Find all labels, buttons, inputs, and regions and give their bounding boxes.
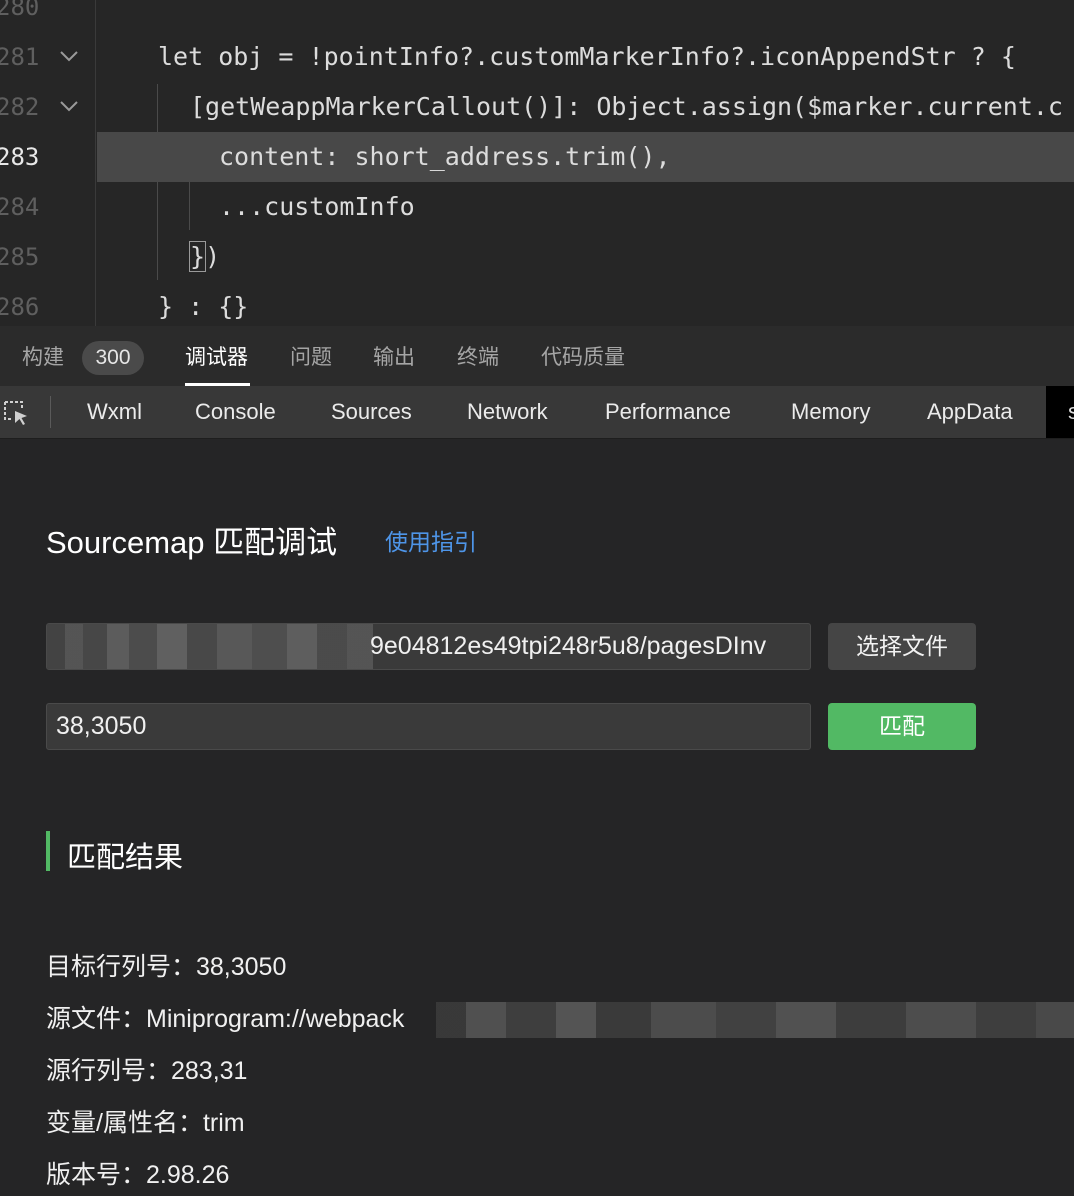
line-number: 282 bbox=[0, 93, 40, 121]
section-accent-bar bbox=[46, 831, 50, 871]
code-line: 284 ...customInfo bbox=[0, 182, 1074, 232]
line-number: 281 bbox=[0, 43, 40, 71]
tab-memory[interactable]: Memory bbox=[791, 398, 870, 426]
redacted-region bbox=[436, 1002, 1074, 1038]
file-path-field[interactable]: 9e04812es49tpi248r5u8/pagesDInv bbox=[46, 623, 811, 670]
tab-terminal[interactable]: 终端 bbox=[457, 344, 499, 372]
match-button[interactable]: 匹配 bbox=[828, 703, 976, 750]
tab-debugger[interactable]: 调试器 bbox=[185, 344, 248, 372]
chevron-down-icon[interactable] bbox=[58, 95, 80, 117]
line-number: 280 bbox=[0, 0, 40, 21]
code-text: ...customInfo bbox=[219, 192, 415, 221]
code-line: 285 }) bbox=[0, 232, 1074, 282]
code-line: 286 } : {} bbox=[0, 282, 1074, 326]
code-line: 281 let obj = !pointInfo?.customMarkerIn… bbox=[0, 32, 1074, 82]
result-section-title: 匹配结果 bbox=[67, 842, 184, 874]
build-count-badge: 300 bbox=[82, 341, 144, 375]
position-input[interactable]: 38,3050 bbox=[46, 703, 811, 750]
tab-network[interactable]: Network bbox=[467, 398, 548, 426]
page-title: Sourcemap 匹配调试 bbox=[46, 525, 338, 560]
redacted-region bbox=[47, 624, 373, 669]
line-number: 285 bbox=[0, 243, 40, 271]
file-path-text: 9e04812es49tpi248r5u8/pagesDInv bbox=[370, 632, 767, 660]
code-text: }) bbox=[188, 232, 221, 282]
code-line: 282 [getWeappMarkerCallout()]: Object.as… bbox=[0, 82, 1074, 132]
line-number: 286 bbox=[0, 293, 40, 321]
tab-build[interactable]: 构建 bbox=[22, 344, 64, 372]
code-line: 280 bbox=[0, 0, 1074, 32]
tab-wxml[interactable]: Wxml bbox=[87, 398, 142, 426]
result-source-file: 源文件：Miniprogram://webpack bbox=[46, 1005, 405, 1033]
tab-sourcemap-active[interactable]: s bbox=[1046, 386, 1074, 438]
result-target-position: 目标行列号：38,3050 bbox=[46, 953, 287, 981]
tab-code-quality[interactable]: 代码质量 bbox=[541, 344, 625, 372]
toolbar-separator bbox=[50, 396, 51, 428]
devtools-tabbar: Wxml Console Sources Network Performance… bbox=[0, 386, 1074, 439]
code-text: content: short_address.trim(), bbox=[219, 142, 671, 171]
tab-performance[interactable]: Performance bbox=[605, 398, 731, 426]
chevron-down-icon[interactable] bbox=[58, 45, 80, 67]
tab-problems[interactable]: 问题 bbox=[290, 344, 332, 372]
code-text: let obj = !pointInfo?.customMarkerInfo?.… bbox=[158, 42, 1016, 71]
code-text: } : {} bbox=[158, 292, 249, 321]
result-variable-name: 变量/属性名：trim bbox=[46, 1109, 245, 1137]
line-number-cell: 283 bbox=[0, 132, 96, 182]
sourcemap-panel: Sourcemap 匹配调试 使用指引 9e04812es49tpi248r5u… bbox=[0, 439, 1074, 1196]
result-version: 版本号：2.98.26 bbox=[46, 1161, 230, 1189]
result-source-position: 源行列号：283,31 bbox=[46, 1057, 248, 1085]
usage-guide-link[interactable]: 使用指引 bbox=[385, 523, 477, 557]
cursor-select-icon[interactable] bbox=[2, 399, 30, 427]
code-line-active: content: short_address.trim(), bbox=[97, 132, 1074, 182]
tab-output[interactable]: 输出 bbox=[373, 344, 415, 372]
code-text-rest: ) bbox=[205, 242, 221, 271]
tab-appdata[interactable]: AppData bbox=[927, 398, 1013, 426]
tab-sources[interactable]: Sources bbox=[331, 398, 412, 426]
tab-console[interactable]: Console bbox=[195, 398, 276, 426]
choose-file-button[interactable]: 选择文件 bbox=[828, 623, 976, 670]
line-number: 284 bbox=[0, 193, 40, 221]
bottom-panel-tabs: 构建 300 调试器 问题 输出 终端 代码质量 bbox=[0, 326, 1074, 386]
line-number: 283 bbox=[0, 143, 40, 171]
code-editor[interactable]: 280 281 let obj = !pointInfo?.customMark… bbox=[0, 0, 1074, 326]
matched-bracket: } bbox=[188, 241, 207, 272]
code-text: [getWeappMarkerCallout()]: Object.assign… bbox=[190, 92, 1063, 121]
